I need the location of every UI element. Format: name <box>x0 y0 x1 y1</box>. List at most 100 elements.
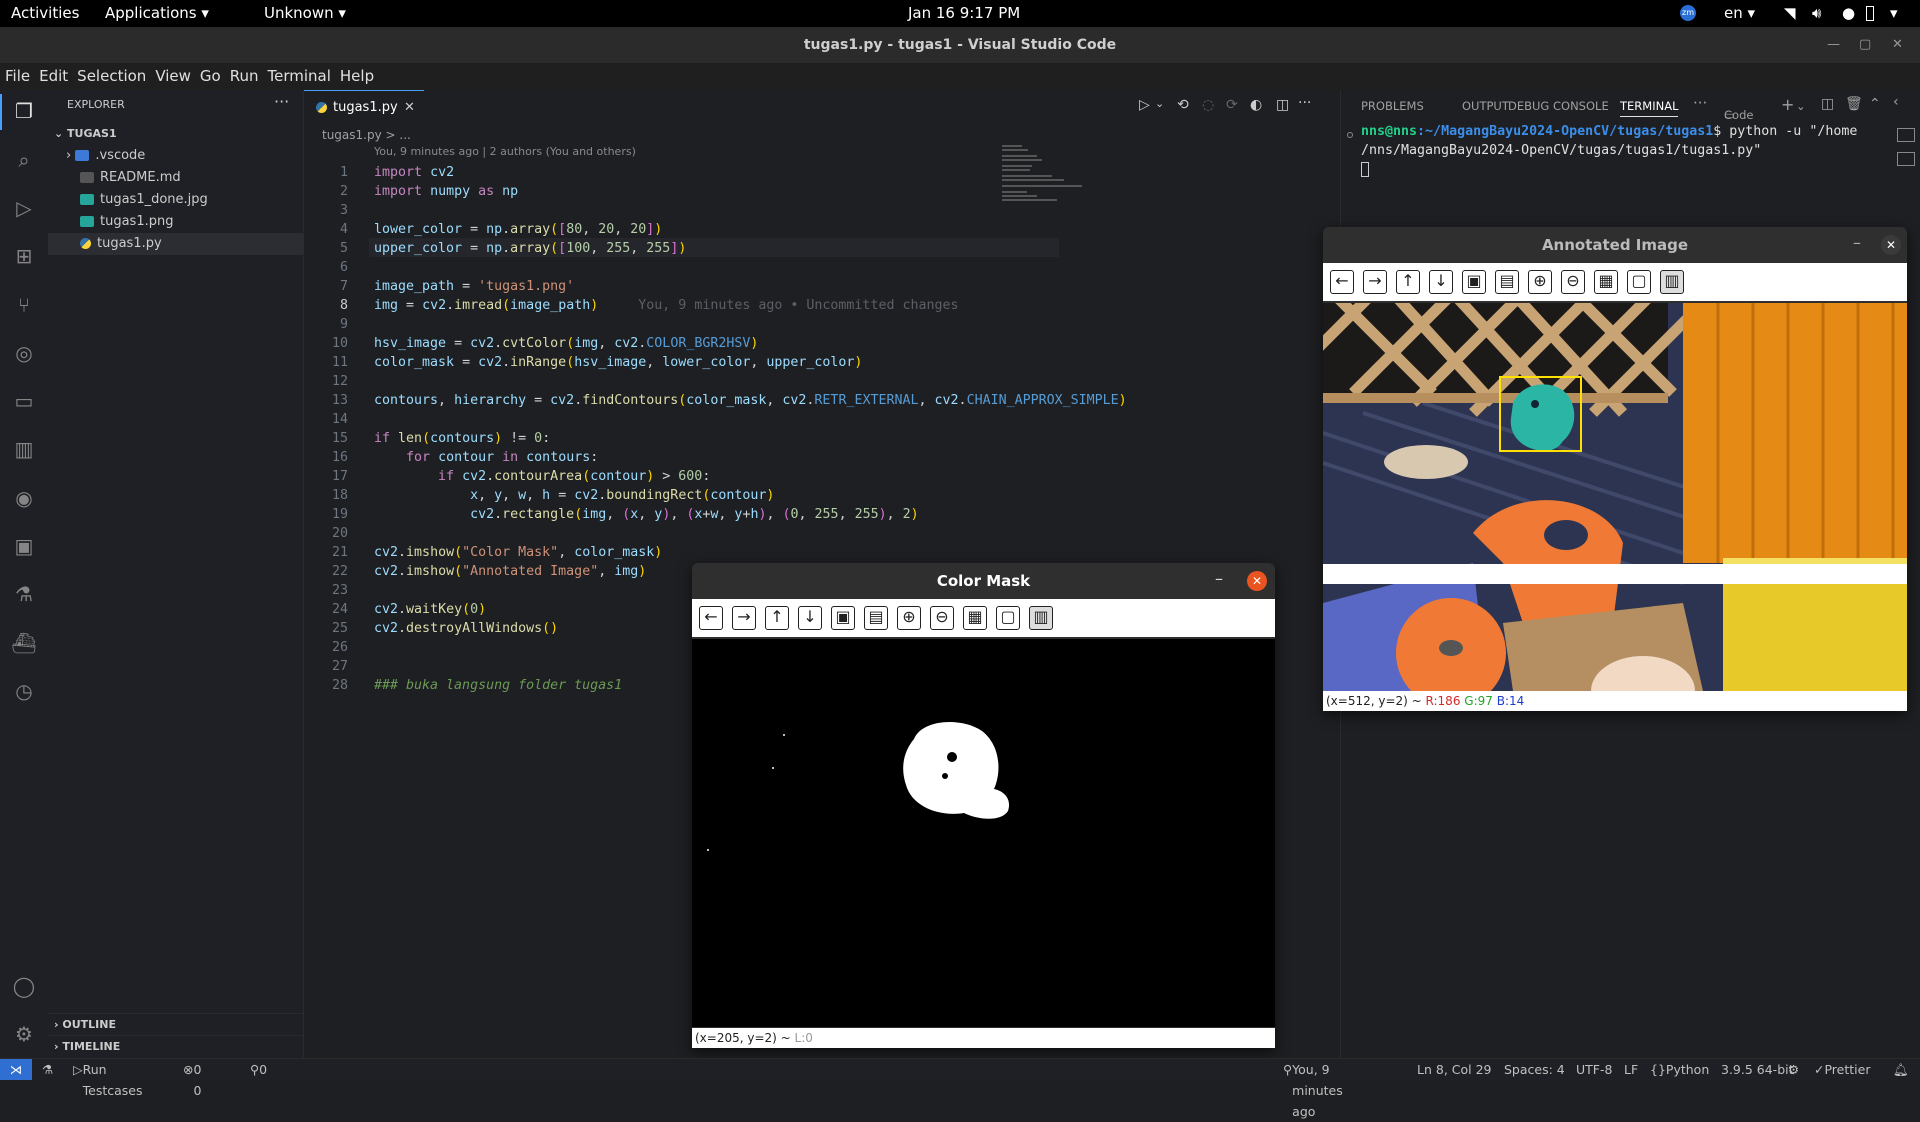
chart-icon[interactable]: ▥ <box>11 436 37 462</box>
timeline-icon[interactable]: ◷ <box>11 678 37 704</box>
unknown-menu[interactable]: Unknown ▾ <box>264 4 346 22</box>
tree-item-tugas1-png[interactable]: tugas1.png <box>48 211 304 233</box>
annotated-title[interactable]: Annotated Image <box>1323 227 1907 263</box>
run-debug-icon[interactable]: ▷ <box>11 195 37 221</box>
maximize-icon[interactable]: ▢ <box>1859 27 1871 63</box>
remote-explorer-icon[interactable]: ▭ <box>11 388 37 414</box>
zoom-in-icon[interactable]: ⊕ <box>897 606 921 630</box>
more-actions-icon[interactable]: ··· <box>274 92 289 111</box>
pan-up-icon[interactable]: ↑ <box>1396 270 1420 294</box>
tree-item-tugas1-py[interactable]: tugas1.py <box>48 233 304 255</box>
microphone-icon[interactable]: ● <box>1842 4 1855 22</box>
account-icon[interactable]: ◯ <box>11 973 37 999</box>
problems-indicator[interactable]: ⊗ 0 0 <box>183 1059 201 1098</box>
chevron-down-icon[interactable]: ⌄ <box>1796 99 1806 113</box>
zoom-out-icon[interactable]: ⊖ <box>1561 270 1585 294</box>
maximize-panel-icon[interactable]: ⌃ <box>1869 96 1881 112</box>
codelens-blame[interactable]: You, 9 minutes ago | 2 authors (You and … <box>374 145 636 158</box>
menu-terminal[interactable]: Terminal <box>263 63 335 85</box>
minimap[interactable] <box>1002 125 1092 205</box>
run-testcases-button[interactable]: ▷ Run Testcases <box>73 1059 143 1098</box>
language-mode[interactable]: {} Python <box>1650 1059 1709 1080</box>
close-icon[interactable]: ✕ <box>1881 235 1901 255</box>
copilot-icon[interactable]: ⚙ <box>1788 1059 1799 1080</box>
zoom-out-icon[interactable]: ⊖ <box>930 606 954 630</box>
language-indicator[interactable]: en ▾ <box>1724 4 1755 22</box>
zoom-original-icon[interactable]: ▣ <box>831 606 855 630</box>
pan-down-icon[interactable]: ↓ <box>798 606 822 630</box>
extension-icon[interactable]: ⚗ <box>42 1059 53 1080</box>
menu-help[interactable]: Help <box>335 63 378 85</box>
tab-output[interactable]: OUTPUT <box>1462 99 1509 113</box>
tree-item-tugas1-done[interactable]: tugas1_done.jpg <box>48 189 304 211</box>
source-control-icon[interactable]: ⑂ <box>11 292 37 318</box>
testing-icon[interactable]: ⚗ <box>11 581 37 607</box>
close-icon[interactable]: ✕ <box>1247 571 1267 591</box>
github-icon[interactable]: ◉ <box>11 485 37 511</box>
properties-icon[interactable]: ▥ <box>1660 270 1684 294</box>
pan-right-icon[interactable]: → <box>1363 270 1387 294</box>
close-tab-icon[interactable]: ✕ <box>404 91 415 124</box>
minimize-icon[interactable]: – <box>1215 569 1223 588</box>
chevron-down-icon[interactable]: ⌄ <box>1155 97 1164 110</box>
menu-view[interactable]: View <box>150 63 195 85</box>
zoom-fit-icon[interactable]: ▤ <box>1495 270 1519 294</box>
timeline-section[interactable]: › TIMELINE <box>48 1035 304 1057</box>
new-terminal-icon[interactable]: + <box>1781 95 1794 114</box>
battery-icon[interactable] <box>1866 6 1874 21</box>
wifi-icon[interactable]: ◥ <box>1784 4 1796 22</box>
folder-root[interactable]: ⌄ TUGAS1 <box>48 123 304 145</box>
next-change-icon[interactable]: ⟳ <box>1226 97 1238 113</box>
python-interpreter[interactable]: 3.9.5 64-bit <box>1721 1059 1794 1080</box>
tab-problems[interactable]: PROBLEMS <box>1361 99 1424 113</box>
gear-icon[interactable]: ⚙ <box>11 1021 37 1047</box>
tab-tugas1-py[interactable]: tugas1.py ✕ <box>304 90 424 125</box>
git-graph-icon[interactable]: ◎ <box>11 340 37 366</box>
minimize-icon[interactable]: – <box>1853 233 1861 252</box>
menu-selection[interactable]: Selection <box>72 63 150 85</box>
trash-icon[interactable]: 🗑︎ <box>1845 96 1863 112</box>
tree-item-readme[interactable]: README.md <box>48 167 304 189</box>
menu-file[interactable]: File <box>0 63 34 85</box>
search-icon[interactable]: ⌕ <box>11 147 37 173</box>
pan-left-icon[interactable]: ← <box>1330 270 1354 294</box>
more-actions-icon[interactable]: ··· <box>1693 94 1707 112</box>
close-icon[interactable]: ✕ <box>1892 27 1903 63</box>
revert-icon[interactable]: ⟲ <box>1177 97 1189 113</box>
pan-left-icon[interactable]: ← <box>699 606 723 630</box>
color-mask-title[interactable]: Color Mask <box>692 563 1275 599</box>
ports-indicator[interactable]: ⚲ 0 <box>250 1059 267 1080</box>
pan-right-icon[interactable]: → <box>732 606 756 630</box>
indentation[interactable]: Spaces: 4 <box>1504 1059 1565 1080</box>
tree-item-vscode[interactable]: › .vscode <box>48 145 304 167</box>
tab-terminal[interactable]: TERMINAL <box>1620 99 1679 117</box>
more-actions-icon[interactable]: ··· <box>1298 95 1311 111</box>
close-panel-icon[interactable]: ‹ <box>1893 94 1899 110</box>
git-blame-status[interactable]: ⚲ You, 9 minutes ago <box>1283 1059 1343 1119</box>
command-decoration-icon[interactable] <box>1347 132 1353 138</box>
pan-down-icon[interactable]: ↓ <box>1429 270 1453 294</box>
applications-menu[interactable]: Applications ▾ <box>105 4 209 22</box>
zoom-tray-icon[interactable]: zm <box>1680 5 1696 21</box>
previous-change-icon[interactable]: ◌ <box>1202 97 1214 113</box>
outline-section[interactable]: › OUTLINE <box>48 1013 304 1035</box>
power-menu-icon[interactable]: ▾ <box>1890 4 1898 22</box>
volume-icon[interactable]: 🔊︎ <box>1812 4 1821 22</box>
save-image-icon[interactable]: ▦ <box>963 606 987 630</box>
mask-image[interactable] <box>692 639 1275 1027</box>
extensions-icon[interactable]: ⊞ <box>11 243 37 269</box>
git-lens-icon[interactable]: ◐ <box>1250 97 1262 113</box>
annotated-image[interactable] <box>1323 303 1907 691</box>
terminal-list-icon[interactable] <box>1897 128 1915 142</box>
end-of-line[interactable]: LF <box>1624 1059 1638 1080</box>
remote-window-icon[interactable]: ▣ <box>11 533 37 559</box>
breadcrumb[interactable]: tugas1.py > ... <box>322 128 411 142</box>
pan-up-icon[interactable]: ↑ <box>765 606 789 630</box>
zoom-fit-icon[interactable]: ▤ <box>864 606 888 630</box>
menu-go[interactable]: Go <box>195 63 225 85</box>
split-editor-icon[interactable]: ◫ <box>1276 97 1289 113</box>
terminal-list-icon[interactable] <box>1897 152 1915 166</box>
cursor-position[interactable]: Ln 8, Col 29 <box>1417 1059 1492 1080</box>
docker-icon[interactable]: ⛴ <box>11 630 37 656</box>
prettier-status[interactable]: ✓ Prettier <box>1814 1059 1870 1080</box>
